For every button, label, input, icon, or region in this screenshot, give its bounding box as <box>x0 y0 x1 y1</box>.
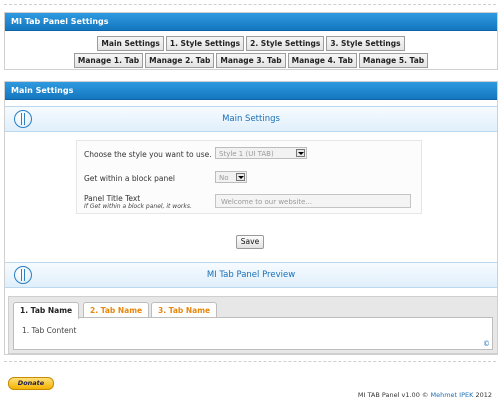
manage-tab-1-button[interactable]: Manage 1. Tab <box>73 53 144 68</box>
preview-tab-2[interactable]: 2. Tab Name <box>83 302 150 318</box>
style-select[interactable]: Style 1 (UI TAB) <box>215 147 307 159</box>
section-title: Main Settings <box>222 114 280 124</box>
version-text: MI TAB Panel v1.00 © <box>357 391 429 399</box>
manage-tab-2-button[interactable]: Manage 2. Tab <box>145 53 215 68</box>
style-3-settings-button[interactable]: 3. Style Settings <box>326 36 405 51</box>
settings-tab-row: Main Settings 1. Style Settings 2. Style… <box>5 36 497 51</box>
block-panel-value: No <box>219 174 229 182</box>
manage-tab-3-button[interactable]: Manage 3. Tab <box>216 53 286 68</box>
style-1-settings-button[interactable]: 1. Style Settings <box>165 36 245 51</box>
block-panel-label: Get within a block panel <box>84 174 175 183</box>
copyright-mark: © <box>483 340 490 348</box>
preview-content-text: 1. Tab Content <box>22 326 77 335</box>
main-settings-button[interactable]: Main Settings <box>97 36 164 51</box>
settings-panel: MI Tab Panel Settings Main Settings 1. S… <box>4 12 498 70</box>
style-select-value: Style 1 (UI TAB) <box>219 150 274 158</box>
chevron-down-icon <box>296 149 305 157</box>
tab-preview: 1. Tab Name 2. Tab Name 3. Tab Name 1. T… <box>8 296 498 354</box>
donate-button[interactable]: Donate <box>8 377 54 390</box>
preview-title: MI Tab Panel Preview <box>206 270 296 280</box>
chevron-down-icon <box>236 173 245 181</box>
panel-title-input[interactable]: Welcome to our website... <box>215 194 411 208</box>
style-label: Choose the style you want to use. <box>84 150 212 159</box>
manage-tab-5-button[interactable]: Manage 5. Tab <box>358 53 429 68</box>
manage-tab-4-button[interactable]: Manage 4. Tab <box>287 53 357 68</box>
footer-year: 2012 <box>475 391 492 399</box>
preview-tab-1[interactable]: 1. Tab Name <box>13 302 80 319</box>
style-2-settings-button[interactable]: 2. Style Settings <box>246 36 325 51</box>
title-text-label: Panel Title Text <box>84 194 141 203</box>
save-button[interactable]: Save <box>236 235 264 249</box>
manage-tab-row: Manage 1. Tab Manage 2. Tab Manage 3. Ta… <box>5 53 497 68</box>
bottom-divider <box>4 361 496 362</box>
preview-tab-content: 1. Tab Content © <box>13 317 493 350</box>
settings-panel-header: MI Tab Panel Settings <box>5 13 497 31</box>
author-link[interactable]: Mehmet IPEK <box>430 391 473 399</box>
preview-section-bar: MI Tab Panel Preview <box>5 262 497 288</box>
main-settings-header: Main Settings <box>5 82 497 100</box>
footer-credits: MI TAB Panel v1.00 © Mehmet IPEK 2012 <box>358 391 492 399</box>
title-text-hint: If Get within a block panel, it works. <box>84 203 192 210</box>
block-panel-select[interactable]: No <box>215 171 247 183</box>
preview-tab-3[interactable]: 3. Tab Name <box>151 302 218 318</box>
top-divider <box>4 4 496 5</box>
main-settings-section-bar: Main Settings <box>5 106 497 132</box>
